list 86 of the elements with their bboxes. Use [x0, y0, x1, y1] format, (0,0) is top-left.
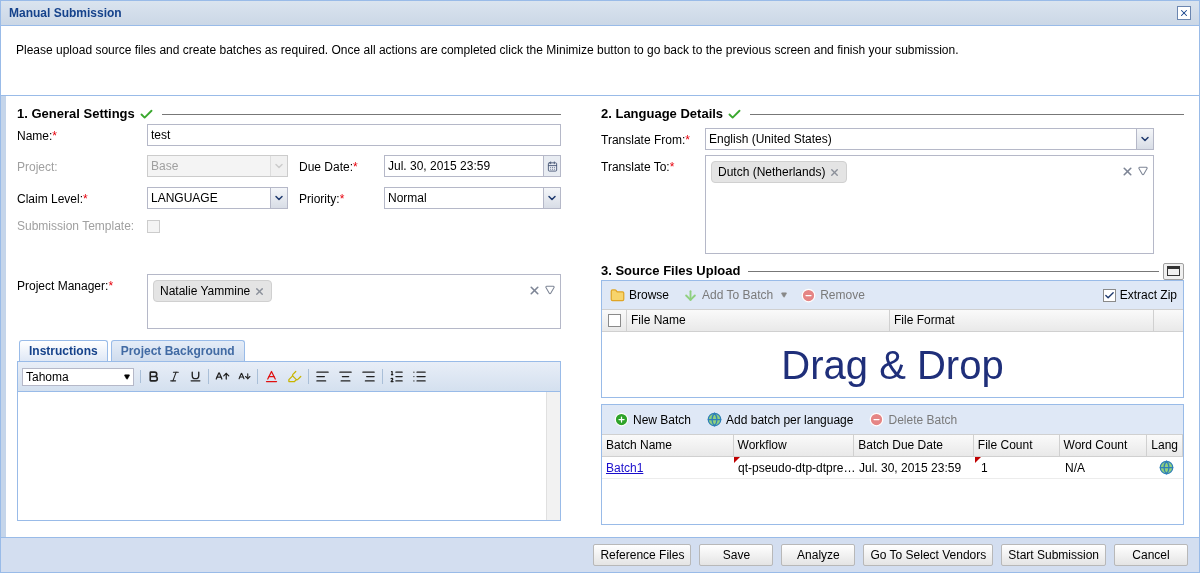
footer-button[interactable]: Save — [699, 544, 774, 566]
toolbar-button[interactable]: Browse — [606, 284, 673, 306]
required-marker: * — [685, 132, 690, 149]
down-arrow-icon — [683, 287, 698, 303]
column-header[interactable]: Word Count — [1059, 435, 1148, 456]
remove-icon[interactable] — [254, 285, 266, 297]
section-title: 3. Source Files Upload — [601, 262, 741, 281]
globe-icon — [707, 412, 723, 427]
underline-icon[interactable] — [189, 370, 202, 383]
bold-icon[interactable] — [147, 370, 160, 383]
bullet-list-icon[interactable] — [412, 369, 427, 384]
field-label: Due Date: — [299, 159, 354, 176]
name-field[interactable]: test — [147, 124, 561, 146]
toolbar-button[interactable]: Add batch per language — [703, 408, 858, 431]
folder-icon — [610, 287, 625, 303]
required-marker: * — [83, 191, 88, 208]
field-label: Submission Template: — [17, 219, 135, 233]
batch-link[interactable]: Batch1 — [606, 460, 644, 475]
footer-button[interactable]: Go To Select Vendors — [863, 544, 994, 566]
table-cell-text: 1 — [981, 459, 988, 477]
footer-button[interactable]: Cancel — [1114, 544, 1188, 566]
globe-icon[interactable] — [1158, 460, 1174, 475]
tab[interactable]: Instructions — [19, 340, 108, 361]
required-marker: * — [108, 278, 114, 295]
align-center-icon[interactable] — [338, 369, 353, 384]
column-header[interactable]: File Count — [973, 435, 1060, 456]
instructions-text: Please upload source files and create batches as required. Once all actions are completed click the Minimize button to go back to the previous screen and finish your submission. — [16, 42, 960, 59]
checkbox-label: Extract Zip — [1119, 287, 1177, 304]
checkbox[interactable] — [607, 314, 621, 327]
field-label: Translate From: — [601, 132, 686, 149]
remove-icon[interactable] — [829, 166, 841, 178]
window-title: Manual Submission — [9, 5, 122, 22]
section-title: 2. Language Details — [601, 105, 724, 124]
clear-icon[interactable] — [1121, 165, 1134, 178]
footer-button[interactable]: Start Submission — [1001, 544, 1106, 566]
font-color-icon[interactable] — [264, 369, 279, 384]
close-button[interactable] — [1177, 6, 1191, 20]
dropdown-field[interactable]: Normal — [384, 187, 561, 209]
table-cell-text: qt-pseudo-dtp-dtpre… — [738, 459, 856, 477]
date-field[interactable]: Jul. 30, 2015 23:59 — [384, 155, 561, 177]
dropdown-triangle-icon[interactable] — [1138, 166, 1148, 176]
plus-circle-icon — [614, 412, 629, 427]
column-header[interactable]: Lang — [1147, 435, 1183, 456]
numbered-list-icon[interactable] — [389, 369, 404, 384]
clear-icon[interactable] — [528, 284, 541, 297]
footer-button[interactable]: Analyze — [781, 544, 856, 566]
column-header[interactable]: File Name — [627, 310, 890, 331]
align-left-icon[interactable] — [315, 369, 330, 384]
caret-icon[interactable] — [124, 373, 130, 380]
scrollbar[interactable] — [546, 392, 560, 520]
column-header[interactable]: File Format — [890, 310, 1154, 331]
field-label: Project: — [17, 159, 58, 176]
tag-input-field[interactable]: Natalie Yammine — [147, 274, 561, 329]
tag-chip: Dutch (Netherlands) — [711, 161, 848, 183]
tag-input-field[interactable]: Dutch (Netherlands) — [705, 155, 1154, 254]
dropdown-field[interactable]: English (United States) — [705, 128, 1154, 150]
section-title: 1. General Settings — [17, 105, 135, 124]
minus-circle-icon — [869, 412, 885, 427]
field-label: Project Manager: — [17, 278, 109, 295]
required-marker: * — [52, 128, 57, 145]
table-cell: Jul. 30, 2015 23:59 — [859, 460, 962, 475]
required-marker: * — [339, 191, 345, 208]
column-header[interactable]: Batch Name — [602, 435, 734, 456]
drop-zone-text: Drag & Drop — [781, 344, 1004, 385]
checkbox[interactable] — [1102, 288, 1116, 302]
required-marker: * — [353, 159, 358, 176]
footer-button[interactable]: Reference Files — [593, 544, 692, 566]
field-label: Name: — [17, 128, 53, 145]
dropdown-triangle-icon[interactable] — [545, 285, 555, 295]
field-label: Claim Level: — [17, 191, 84, 208]
required-marker: * — [669, 159, 675, 176]
tag-chip: Natalie Yammine — [153, 280, 273, 302]
minus-circle-icon — [801, 287, 817, 303]
column-header[interactable]: Workflow — [733, 435, 855, 456]
dropdown-field[interactable]: LANGUAGE — [147, 187, 288, 209]
field-label: Priority: — [299, 191, 340, 208]
italic-icon[interactable] — [168, 370, 181, 383]
table-cell: N/A — [1065, 460, 1085, 475]
toolbar-button[interactable]: New Batch — [610, 408, 696, 431]
align-right-icon[interactable] — [361, 369, 376, 384]
maximize-button[interactable] — [1163, 262, 1184, 280]
tab[interactable]: Project Background — [110, 340, 245, 361]
font-dropdown[interactable]: Tahoma — [22, 367, 134, 386]
column-header[interactable]: Batch Due Date — [854, 435, 974, 456]
calendar-icon[interactable] — [543, 156, 560, 176]
field-label: Translate To: — [601, 159, 670, 176]
